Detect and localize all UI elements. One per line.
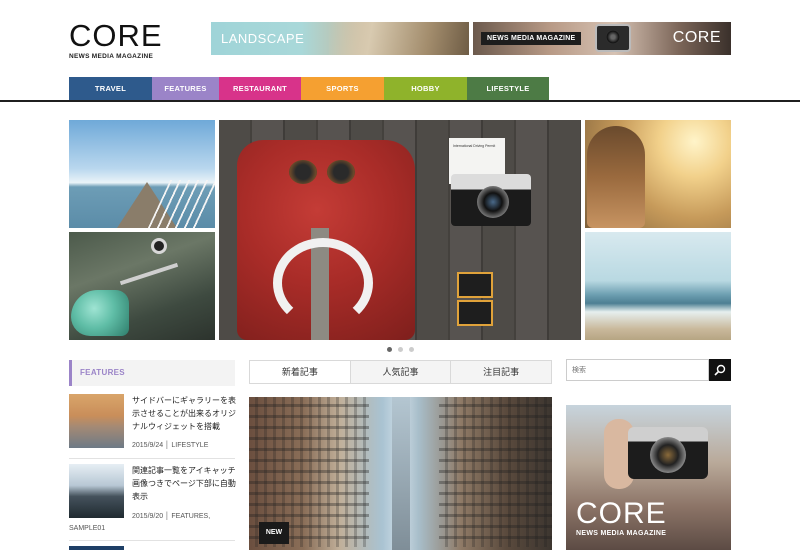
sunglasses (289, 160, 359, 190)
article-tabs: 新着記事 人気記事 注目記事 (249, 360, 552, 384)
girl-hair (587, 126, 645, 228)
tower (392, 397, 410, 550)
ad-title: CORE (576, 497, 667, 530)
post-title[interactable]: 関連記事一覧をアイキャッチ画像つきでページ下部に自動表示 (132, 464, 238, 503)
sea-photo[interactable] (585, 232, 731, 340)
post-divider (69, 540, 235, 541)
nav-divider (0, 100, 800, 102)
headphones (273, 238, 373, 328)
core-banner-tag: NEWS MEDIA MAGAZINE (481, 32, 582, 45)
banner-building-image (329, 22, 469, 55)
slider-dot[interactable] (387, 347, 392, 352)
city-street-photo[interactable] (249, 397, 552, 550)
tab-featured-articles[interactable]: 注目記事 (450, 361, 551, 383)
site-logo[interactable]: CORE NEWS MEDIA MAGAZINE (69, 18, 169, 61)
building-facade (439, 397, 552, 547)
scooter-mirror (151, 238, 167, 254)
core-ad-banner[interactable]: CORE NEWS MEDIA MAGAZINE (566, 405, 731, 550)
search-icon (714, 364, 726, 376)
post-title[interactable]: サイドバーにギャラリーを表示させることが出来るオリジナルウィジェットを搭載 (132, 394, 238, 433)
post-meta: 2015/9/24 │ LIFESTYLE (132, 442, 209, 449)
post-thumbnail[interactable] (69, 464, 124, 518)
permit-text: International Driving Permit (453, 144, 496, 148)
slider-dots (387, 347, 414, 352)
nav-item-sports[interactable]: SPORTS (301, 77, 384, 100)
slider-dot[interactable] (409, 347, 414, 352)
scooter-body (71, 290, 129, 336)
search-input[interactable] (566, 359, 709, 381)
core-banner-title: CORE (672, 29, 721, 46)
landscape-banner[interactable]: LANDSCAPE (211, 22, 469, 55)
film-box (457, 300, 493, 326)
post-divider (69, 458, 235, 459)
logo-title: CORE (69, 18, 163, 53)
nav-item-restaurant[interactable]: RESTAURANT (219, 77, 301, 100)
camera-image (628, 427, 708, 479)
features-heading-label: FEATURES (80, 368, 125, 377)
features-heading: FEATURES (69, 360, 235, 386)
pier-photo[interactable] (69, 120, 215, 228)
post-meta-category[interactable]: SAMPLE01 (69, 525, 105, 532)
girl-sunset-photo[interactable] (585, 120, 731, 228)
new-badge: NEW (259, 522, 289, 544)
search-form (566, 359, 731, 381)
film-camera (451, 174, 531, 226)
hero-main-photo[interactable]: International Driving Permit (219, 120, 581, 340)
ad-subtitle: NEWS MEDIA MAGAZINE (576, 530, 667, 537)
scooter-photo[interactable] (69, 232, 215, 340)
nav-item-travel[interactable]: TRAVEL (69, 77, 152, 100)
category-nav: TRAVEL FEATURES RESTAURANT SPORTS HOBBY LIFES… (69, 77, 549, 100)
nav-item-hobby[interactable]: HOBBY (384, 77, 467, 100)
slider-dot[interactable] (398, 347, 403, 352)
nav-item-lifestyle[interactable]: LIFESTYLE (467, 77, 549, 100)
tab-popular-articles[interactable]: 人気記事 (349, 361, 451, 383)
scooter-handlebar (119, 262, 179, 286)
post-thumbnail[interactable] (69, 546, 124, 550)
search-button[interactable] (709, 359, 731, 381)
core-banner[interactable]: NEWS MEDIA MAGAZINE CORE (473, 22, 731, 55)
nav-item-features[interactable]: FEATURES (152, 77, 219, 100)
camera-image (595, 24, 631, 52)
post-meta: 2015/9/20 │ FEATURES, (132, 513, 211, 520)
post-thumbnail[interactable] (69, 394, 124, 448)
tab-new-articles[interactable]: 新着記事 (250, 361, 350, 383)
film-box (457, 272, 493, 298)
logo-subtitle: NEWS MEDIA MAGAZINE (69, 53, 154, 60)
landscape-banner-label: LANDSCAPE (221, 31, 305, 46)
